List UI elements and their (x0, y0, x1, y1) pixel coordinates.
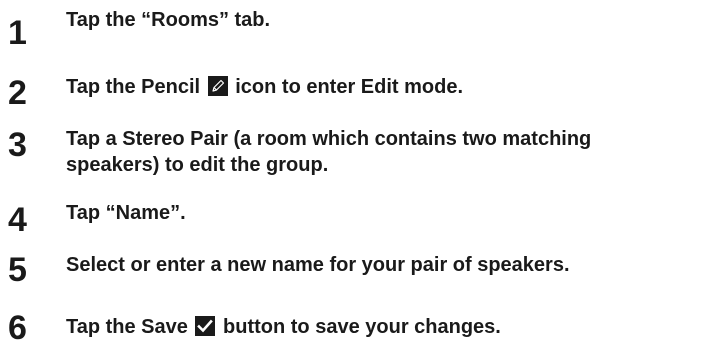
step-number: 6 (8, 309, 27, 347)
step-text: Tap the “Rooms” tab. (66, 9, 271, 31)
step-text: Tap “Name”. (66, 202, 186, 224)
step-text: Tap the Pencil icon to enter Edit mode. (66, 75, 463, 100)
pencil-icon (207, 76, 228, 96)
step-text-before: Tap the Pencil (66, 76, 201, 98)
step-text-after: icon to enter Edit mode. (235, 76, 464, 98)
step-text-after: button to save your changes. (223, 316, 501, 338)
step-number: 3 (8, 126, 27, 164)
step-text-line-1: Tap a Stereo Pair (a room which contains… (66, 128, 592, 150)
step-text: Select or enter a new name for your pair… (66, 254, 570, 276)
step-text-before: Tap the Save (66, 316, 188, 338)
step-number: 5 (8, 251, 27, 289)
step-number: 1 (8, 14, 27, 52)
checkmark-icon (195, 316, 216, 336)
step-text-line-2: speakers) to edit the group. (66, 154, 329, 176)
step-number: 4 (8, 201, 27, 239)
step-number: 2 (8, 74, 27, 112)
step-text: Tap the Save button to save your changes… (66, 315, 501, 340)
